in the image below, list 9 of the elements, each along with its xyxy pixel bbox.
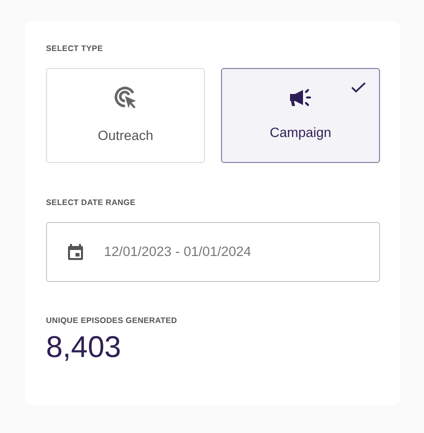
checkmark-icon [351, 82, 366, 93]
section-label: SELECT TYPE [46, 43, 103, 55]
calendar-icon [67, 244, 84, 260]
stat-value: 8,403 [46, 333, 122, 363]
date-range-field[interactable]: 12/01/2023 - 01/01/2024 [46, 222, 380, 282]
stat-label: UNIQUE EPISODES GENERATED [46, 315, 178, 327]
section-label: SELECT DATE RANGE [46, 197, 136, 209]
type-option[interactable]: Outreach [46, 68, 205, 163]
type-option[interactable]: Campaign [221, 68, 380, 163]
